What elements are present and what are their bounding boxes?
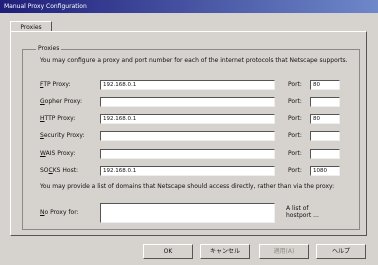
gopher-port-label: Port: [288,98,302,105]
exceptions-description: You may provide a list of domains that N… [40,183,335,190]
ftp-proxy-input[interactable]: 192.168.0.1 [100,80,275,90]
http-port-input[interactable]: 80 [310,114,340,124]
gopher-proxy-input[interactable] [100,97,275,107]
security-port-input[interactable] [310,131,340,141]
wais-proxy-label: WAIS Proxy: [40,150,76,157]
no-proxy-hint: A list of hostport ... [286,205,319,219]
socks-port-input[interactable]: 1080 [310,166,340,176]
apply-button[interactable]: 適用(A) [259,244,309,259]
wais-port-label: Port: [288,150,302,157]
ok-button[interactable]: OK [143,244,193,259]
http-port-label: Port: [288,115,302,122]
gopher-port-input[interactable] [310,97,340,107]
no-proxy-label: No Proxy for: [40,209,79,216]
cancel-button[interactable]: キャンセル [200,244,250,259]
security-proxy-label: Security Proxy: [40,132,85,139]
wais-proxy-input[interactable] [100,149,275,159]
ftp-proxy-label: FTP Proxy: [40,81,71,88]
http-proxy-label: HTTP Proxy: [40,115,76,122]
socks-port-label: Port: [288,167,302,174]
group-title: Proxies [36,45,62,52]
http-proxy-input[interactable]: 192.168.0.1 [100,114,275,124]
proxies-description: You may configure a proxy and port numbe… [40,57,348,64]
socks-host-label: SOCKS Host: [40,167,79,174]
help-button[interactable]: ヘルプ [316,244,366,259]
no-proxy-input[interactable] [100,203,275,223]
wais-port-input[interactable] [310,149,340,159]
gopher-proxy-label: Gopher Proxy: [40,98,83,105]
window-title: Manual Proxy Configuration [0,0,378,13]
security-port-label: Port: [288,132,302,139]
socks-host-input[interactable]: 192.168.0.1 [100,166,275,176]
ftp-port-input[interactable]: 80 [310,80,340,90]
ftp-port-label: Port: [288,81,302,88]
security-proxy-input[interactable] [100,131,275,141]
